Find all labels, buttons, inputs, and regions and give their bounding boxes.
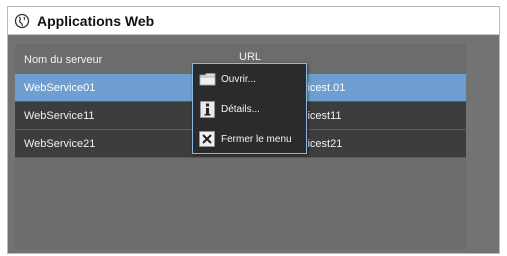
folder-icon	[198, 70, 216, 88]
title-bar: Applications Web	[8, 7, 499, 35]
close-icon	[198, 130, 216, 148]
menu-item-details[interactable]: Détails...	[196, 96, 303, 122]
server-name-cell: WebService21	[24, 138, 96, 150]
menu-item-label: Détails...	[221, 103, 260, 115]
server-name-cell: WebService11	[24, 110, 95, 122]
menu-item-open[interactable]: Ouvrir...	[196, 66, 303, 92]
column-header-server-name[interactable]: Nom du serveur	[24, 54, 102, 66]
server-name-cell: WebService01	[24, 82, 96, 94]
globe-icon	[13, 12, 31, 30]
menu-item-close-menu[interactable]: Fermer le menu	[196, 126, 303, 152]
menu-item-label: Fermer le menu	[221, 133, 292, 145]
web-applications-window: Applications Web Nom du serveur URL WebS…	[7, 6, 500, 254]
menu-item-label: Ouvrir...	[221, 73, 257, 85]
column-header-url[interactable]: URL	[239, 51, 261, 63]
window-title: Applications Web	[37, 12, 155, 29]
context-menu: Ouvrir... Détails... Fermer le menu	[192, 63, 307, 154]
info-icon	[198, 100, 216, 118]
